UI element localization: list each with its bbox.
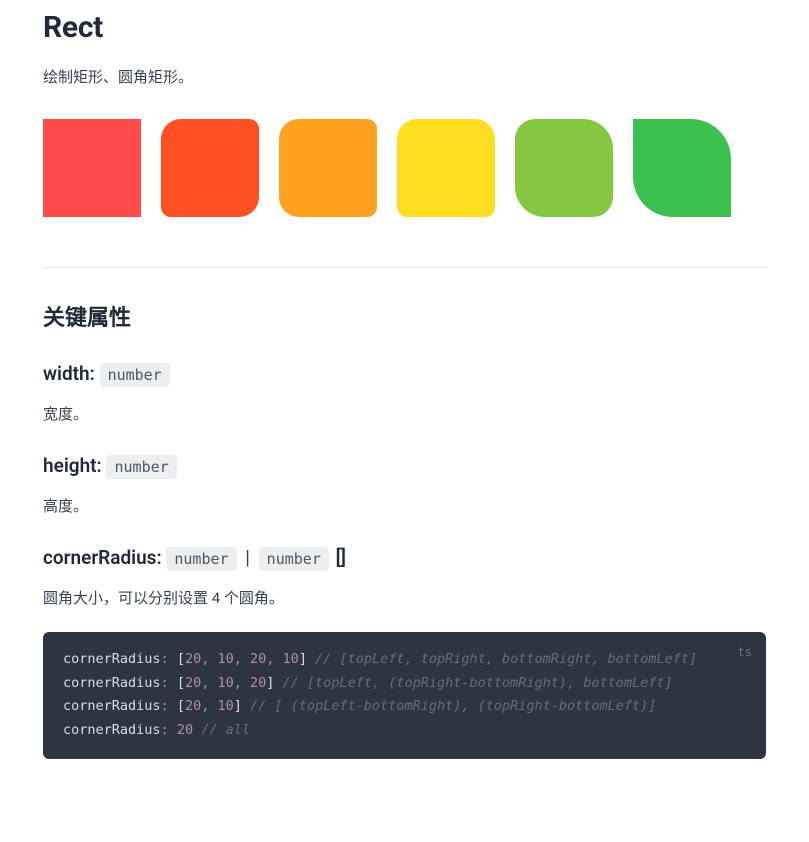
prop-type: number — [259, 547, 329, 571]
section-heading: 关键属性 — [43, 300, 766, 332]
prop-width-desc: 宽度。 — [43, 403, 766, 424]
prop-corner-radius-heading: cornerRadius: number | number [] — [43, 546, 766, 569]
code-lang-badge: ts — [738, 642, 752, 663]
array-brackets: [] — [336, 546, 346, 569]
section-divider — [43, 267, 766, 268]
intro-text: 绘制矩形、圆角矩形。 — [43, 65, 766, 89]
demo-rect-2 — [161, 119, 259, 217]
demo-rect-6 — [633, 119, 731, 217]
code-line: cornerRadius: 20 // all — [63, 722, 250, 738]
demo-rect-3 — [279, 119, 377, 217]
code-example[interactable]: ts cornerRadius: [20, 10, 20, 10] // [top… — [43, 632, 766, 759]
code-line: cornerRadius: [20, 10, 20] // [topLeft, … — [63, 675, 673, 691]
demo-rect-1 — [43, 119, 141, 217]
page-title: Rect — [43, 10, 766, 45]
pipe: | — [245, 546, 250, 569]
prop-height-desc: 高度。 — [43, 495, 766, 516]
prop-name: height: — [43, 454, 102, 477]
demo-rect-4 — [397, 119, 495, 217]
demo-grid — [43, 119, 766, 217]
demo-rect-5 — [515, 119, 613, 217]
prop-type: number — [100, 363, 170, 387]
prop-type: number — [106, 455, 176, 479]
prop-width-heading: width: number — [43, 362, 766, 385]
prop-corner-radius-desc: 圆角大小，可以分别设置 4 个圆角。 — [43, 587, 766, 608]
prop-height-heading: height: number — [43, 454, 766, 477]
code-line: cornerRadius: [20, 10] // [ (topLeft-bot… — [63, 698, 656, 714]
prop-name: width: — [43, 362, 95, 385]
prop-type: number — [166, 547, 236, 571]
code-line: cornerRadius: [20, 10, 20, 10] // [topLe… — [63, 651, 697, 667]
prop-name: cornerRadius: — [43, 546, 162, 569]
